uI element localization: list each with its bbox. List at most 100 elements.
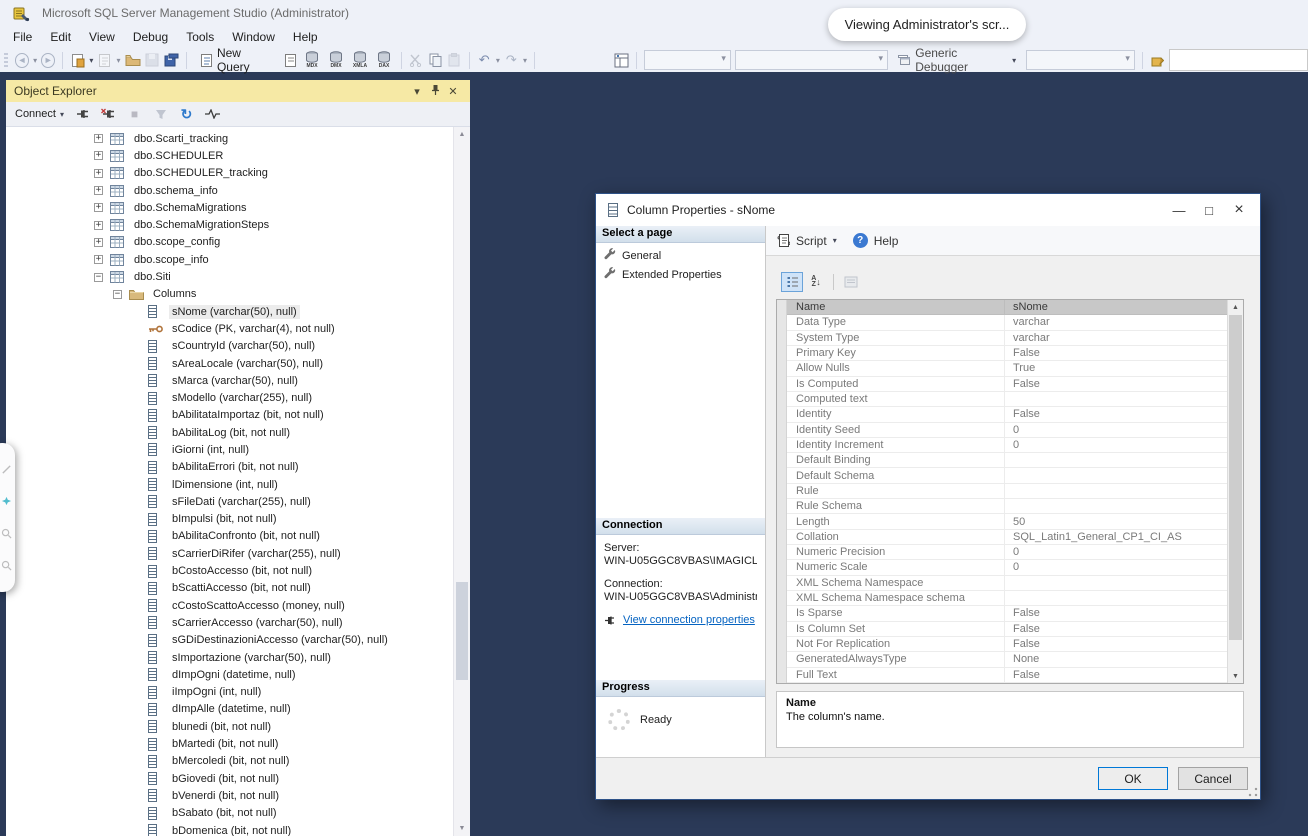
cut-button[interactable] xyxy=(408,52,423,68)
tree-item[interactable]: +dbo.SchemaMigrations xyxy=(6,199,454,216)
ok-button[interactable]: OK xyxy=(1098,767,1168,790)
tree-item[interactable]: +dbo.scope_config xyxy=(6,234,454,251)
tree-item[interactable]: sImportazione (varchar(50), null) xyxy=(6,649,454,666)
property-row[interactable]: Data Typevarchar xyxy=(787,315,1228,330)
property-value[interactable]: 0 xyxy=(1005,546,1228,558)
property-value[interactable]: varchar xyxy=(1005,316,1228,328)
disconnect-plug-icon[interactable] xyxy=(101,107,116,121)
property-row[interactable]: Is SparseFalse xyxy=(787,606,1228,621)
property-row[interactable]: NamesNome xyxy=(787,300,1228,315)
stop-icon[interactable]: ■ xyxy=(127,107,142,121)
tree-item[interactable]: sAreaLocale (varchar(50), null) xyxy=(6,355,454,372)
connect-plug-icon[interactable] xyxy=(75,107,90,121)
add-item-button[interactable] xyxy=(97,52,112,68)
screenshare-toolbar[interactable] xyxy=(0,443,15,592)
window-position-icon[interactable]: ▾ xyxy=(408,85,426,98)
scroll-up-icon[interactable]: ▲ xyxy=(1228,300,1243,314)
tree-item[interactable]: sGDiDestinazioniAccesso (varchar(50), nu… xyxy=(6,632,454,649)
property-value[interactable]: True xyxy=(1005,362,1228,374)
menu-tools[interactable]: Tools xyxy=(177,28,223,46)
toolbar-combo-2[interactable] xyxy=(735,50,888,70)
property-value[interactable]: varchar xyxy=(1005,332,1228,344)
property-row[interactable]: CollationSQL_Latin1_General_CP1_CI_AS xyxy=(787,530,1228,545)
activity-monitor-icon[interactable] xyxy=(205,107,220,121)
property-value[interactable]: False xyxy=(1005,378,1228,390)
resize-grip[interactable] xyxy=(1248,787,1258,797)
property-row[interactable]: XML Schema Namespace xyxy=(787,576,1228,591)
zoom-in-icon[interactable] xyxy=(1,528,12,539)
connect-button[interactable]: Connect ▾ xyxy=(15,108,64,120)
categorized-button[interactable] xyxy=(781,272,803,292)
tree-item[interactable]: +dbo.SCHEDULER_tracking xyxy=(6,165,454,182)
expand-icon[interactable]: + xyxy=(94,238,103,247)
cancel-button[interactable]: Cancel xyxy=(1178,767,1248,790)
property-row[interactable]: Numeric Precision0 xyxy=(787,545,1228,560)
property-value[interactable]: False xyxy=(1005,347,1228,359)
tree-item[interactable]: bGiovedi (bit, not null) xyxy=(6,770,454,787)
expand-icon[interactable]: + xyxy=(94,134,103,143)
navigate-forward-button[interactable]: ► xyxy=(41,53,55,68)
tree-item[interactable]: iImpOgni (int, null) xyxy=(6,684,454,701)
property-value[interactable]: False xyxy=(1005,408,1228,420)
generic-debugger-dropdown[interactable]: Generic Debugger ▾ xyxy=(892,46,1022,74)
tree-item[interactable]: dImpOgni (datetime, null) xyxy=(6,666,454,683)
tree-item[interactable]: sCountryId (varchar(50), null) xyxy=(6,338,454,355)
open-file-button[interactable] xyxy=(125,52,141,68)
property-row[interactable]: Length50 xyxy=(787,514,1228,529)
pointer-icon[interactable] xyxy=(1,464,12,475)
menu-view[interactable]: View xyxy=(80,28,124,46)
property-row[interactable]: Is Column SetFalse xyxy=(787,622,1228,637)
tree-item[interactable]: sMarca (varchar(50), null) xyxy=(6,372,454,389)
object-explorer-title-bar[interactable]: Object Explorer ▾ ✕ xyxy=(6,80,470,102)
script-button[interactable]: Script xyxy=(796,234,827,248)
scroll-up-icon[interactable]: ▲ xyxy=(454,127,470,142)
tree-item[interactable]: +dbo.SCHEDULER xyxy=(6,147,454,164)
menu-file[interactable]: File xyxy=(4,28,41,46)
tree-item[interactable]: bCostoAccesso (bit, not null) xyxy=(6,562,454,579)
menu-help[interactable]: Help xyxy=(284,28,327,46)
paste-button[interactable] xyxy=(447,52,462,68)
tree-item[interactable]: cCostoScattoAccesso (money, null) xyxy=(6,597,454,614)
expand-icon[interactable]: + xyxy=(94,169,103,178)
tree-item[interactable]: sCodice (PK, varchar(4), not null) xyxy=(6,320,454,337)
new-query-button[interactable]: New Query xyxy=(194,46,280,74)
script-dropdown[interactable]: ▾ xyxy=(833,236,837,245)
property-row[interactable]: Rule Schema xyxy=(787,499,1228,514)
toolbar-misc-icon[interactable] xyxy=(1150,52,1165,68)
zoom-out-icon[interactable] xyxy=(1,560,12,571)
property-row[interactable]: Allow NullsTrue xyxy=(787,361,1228,376)
save-button[interactable] xyxy=(145,52,160,68)
tree-item[interactable]: +dbo.scope_info xyxy=(6,251,454,268)
maximize-icon[interactable]: □ xyxy=(1194,197,1224,223)
navigate-back-button[interactable]: ◄ xyxy=(15,53,29,68)
copy-button[interactable] xyxy=(428,52,443,68)
menu-edit[interactable]: Edit xyxy=(41,28,80,46)
property-row[interactable]: Numeric Scale0 xyxy=(787,560,1228,575)
tree-item[interactable]: +dbo.schema_info xyxy=(6,182,454,199)
tree-item[interactable]: bAbilitaErrori (bit, not null) xyxy=(6,459,454,476)
property-row[interactable]: XML Schema Namespace schema xyxy=(787,591,1228,606)
property-row[interactable]: Not For ReplicationFalse xyxy=(787,637,1228,652)
menu-debug[interactable]: Debug xyxy=(124,28,177,46)
tree-item[interactable]: lDimensione (int, null) xyxy=(6,476,454,493)
tree-item[interactable]: sNome (varchar(50), null) xyxy=(6,303,454,320)
add-item-dropdown[interactable]: ▾ xyxy=(117,56,121,65)
tree-item[interactable]: +dbo.SchemaMigrationSteps xyxy=(6,216,454,233)
scroll-down-icon[interactable]: ▼ xyxy=(1228,669,1243,683)
tree-item[interactable]: −dbo.Siti xyxy=(6,268,454,285)
query-document-button[interactable] xyxy=(283,52,298,68)
page-item-extended-properties[interactable]: Extended Properties xyxy=(596,265,765,284)
property-value[interactable]: 0 xyxy=(1005,424,1228,436)
property-row[interactable]: System Typevarchar xyxy=(787,331,1228,346)
tree-item[interactable]: bAbilitaLog (bit, not null) xyxy=(6,424,454,441)
grid-scrollbar-thumb[interactable] xyxy=(1229,315,1242,640)
close-icon[interactable]: × xyxy=(1224,197,1254,223)
tree-item[interactable]: sCarrierAccesso (varchar(50), null) xyxy=(6,614,454,631)
tree-scrollbar[interactable]: ▲ ▼ xyxy=(453,127,470,836)
expand-icon[interactable]: + xyxy=(94,255,103,264)
property-value[interactable]: False xyxy=(1005,638,1228,650)
tree-item[interactable]: bAbilitataImportaz (bit, not null) xyxy=(6,407,454,424)
pin-icon[interactable] xyxy=(426,84,444,99)
new-mdx-query-button[interactable]: MDX xyxy=(303,51,322,69)
property-row[interactable]: Is ComputedFalse xyxy=(787,377,1228,392)
